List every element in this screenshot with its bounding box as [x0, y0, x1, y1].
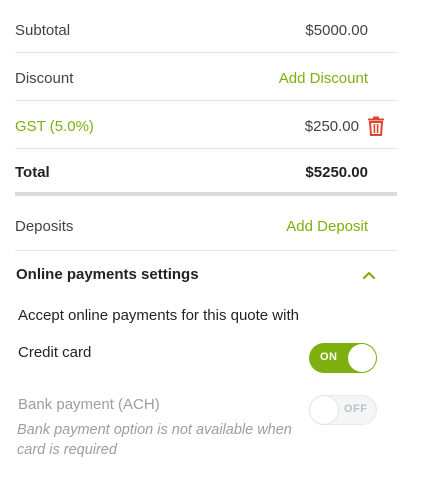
bank-payment-note: Bank payment option is not available whe…: [17, 422, 292, 458]
trash-icon[interactable]: [367, 116, 385, 136]
subtotal-row: Subtotal $5000.00: [15, 19, 397, 41]
total-label: Total: [15, 163, 50, 181]
subtotal-label: Subtotal: [15, 21, 71, 39]
online-payments-title: Online payments settings: [16, 266, 199, 283]
divider: [15, 52, 397, 53]
credit-card-label: Credit card: [18, 344, 92, 361]
add-discount-link[interactable]: Add Discount: [279, 70, 368, 87]
toggle-off-label: OFF: [344, 403, 368, 415]
add-deposit-link[interactable]: Add Deposit: [286, 218, 368, 235]
subtotal-value: $5000.00: [305, 21, 368, 39]
credit-card-toggle[interactable]: ON: [309, 343, 377, 373]
deposits-label: Deposits: [15, 217, 74, 235]
discount-label: Discount: [15, 69, 74, 87]
gst-label[interactable]: GST (5.0%): [15, 118, 94, 135]
divider: [15, 148, 397, 149]
total-value: $5250.00: [305, 163, 368, 181]
quote-summary-panel: Subtotal $5000.00 Discount Add Discount …: [0, 0, 425, 499]
total-row: Total $5250.00: [15, 161, 397, 183]
deposits-row: Deposits Add Deposit: [15, 215, 397, 237]
total-divider: [15, 192, 397, 196]
divider: [15, 100, 397, 101]
chevron-up-icon[interactable]: [362, 270, 376, 280]
gst-value-group: $250.00: [305, 116, 385, 136]
gst-row: GST (5.0%) $250.00: [15, 115, 397, 137]
divider: [15, 250, 397, 251]
toggle-on-label: ON: [320, 351, 338, 363]
gst-value: $250.00: [304, 117, 359, 135]
toggle-knob: [348, 344, 376, 372]
online-payments-intro: Accept online payments for this quote wi…: [18, 307, 299, 324]
bank-payment-label: Bank payment (ACH): [18, 396, 160, 413]
discount-row: Discount Add Discount: [15, 67, 397, 89]
bank-payment-toggle[interactable]: OFF: [309, 395, 377, 425]
online-payments-header[interactable]: Online payments settings: [16, 266, 376, 283]
